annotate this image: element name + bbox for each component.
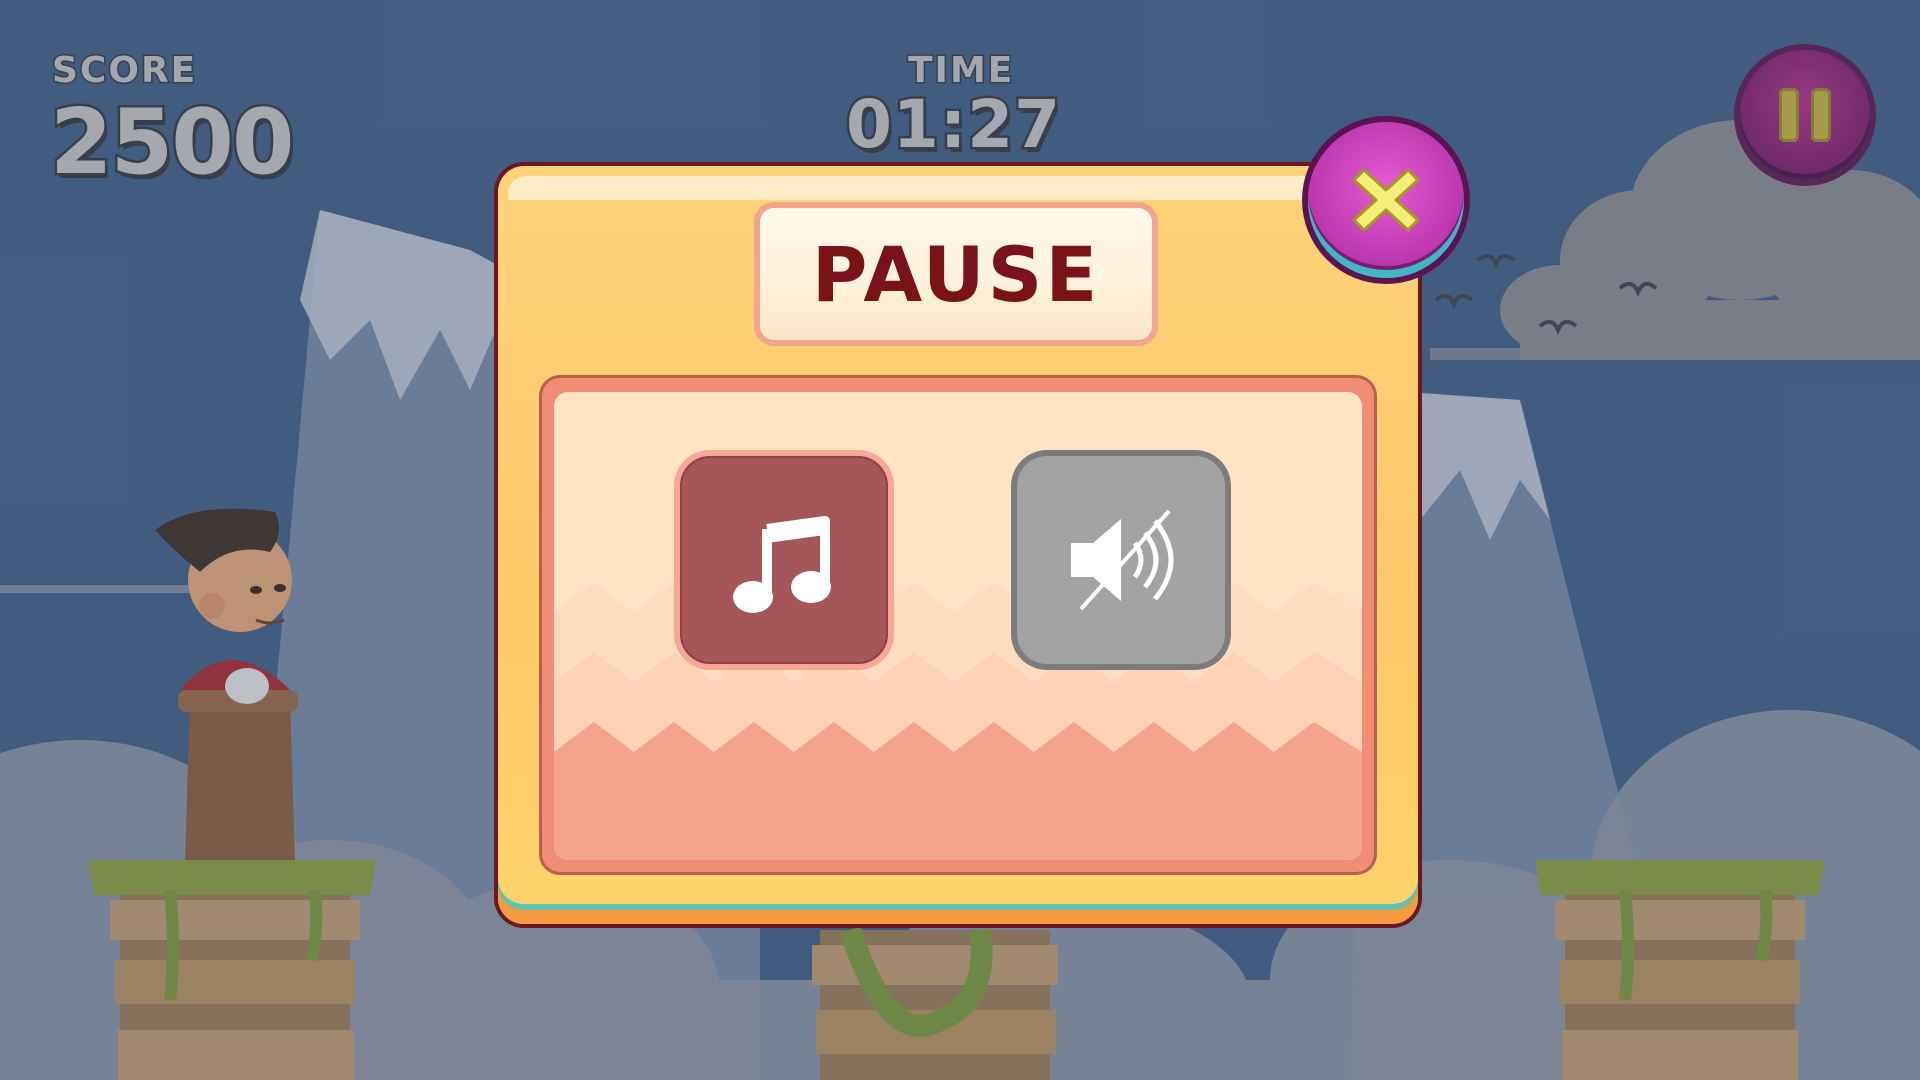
title-plate: PAUSE bbox=[760, 208, 1152, 340]
music-note-icon bbox=[733, 516, 831, 613]
close-x-icon bbox=[1352, 168, 1420, 232]
pause-dialog: PAUSE bbox=[498, 166, 1418, 924]
speaker-muted-icon bbox=[1071, 509, 1174, 611]
game-screen: SCORE 2500 TIME 01:27 PAUSE bbox=[0, 0, 1920, 1080]
options-panel bbox=[542, 378, 1374, 872]
music-toggle-button[interactable] bbox=[680, 456, 888, 664]
close-button[interactable] bbox=[1308, 122, 1464, 278]
options-panel-background bbox=[554, 392, 1362, 860]
zigzag-background bbox=[554, 582, 1362, 860]
dialog-title: PAUSE bbox=[811, 229, 1101, 319]
sound-toggle-button[interactable] bbox=[1017, 456, 1225, 664]
dialog-highlight bbox=[508, 176, 1408, 200]
